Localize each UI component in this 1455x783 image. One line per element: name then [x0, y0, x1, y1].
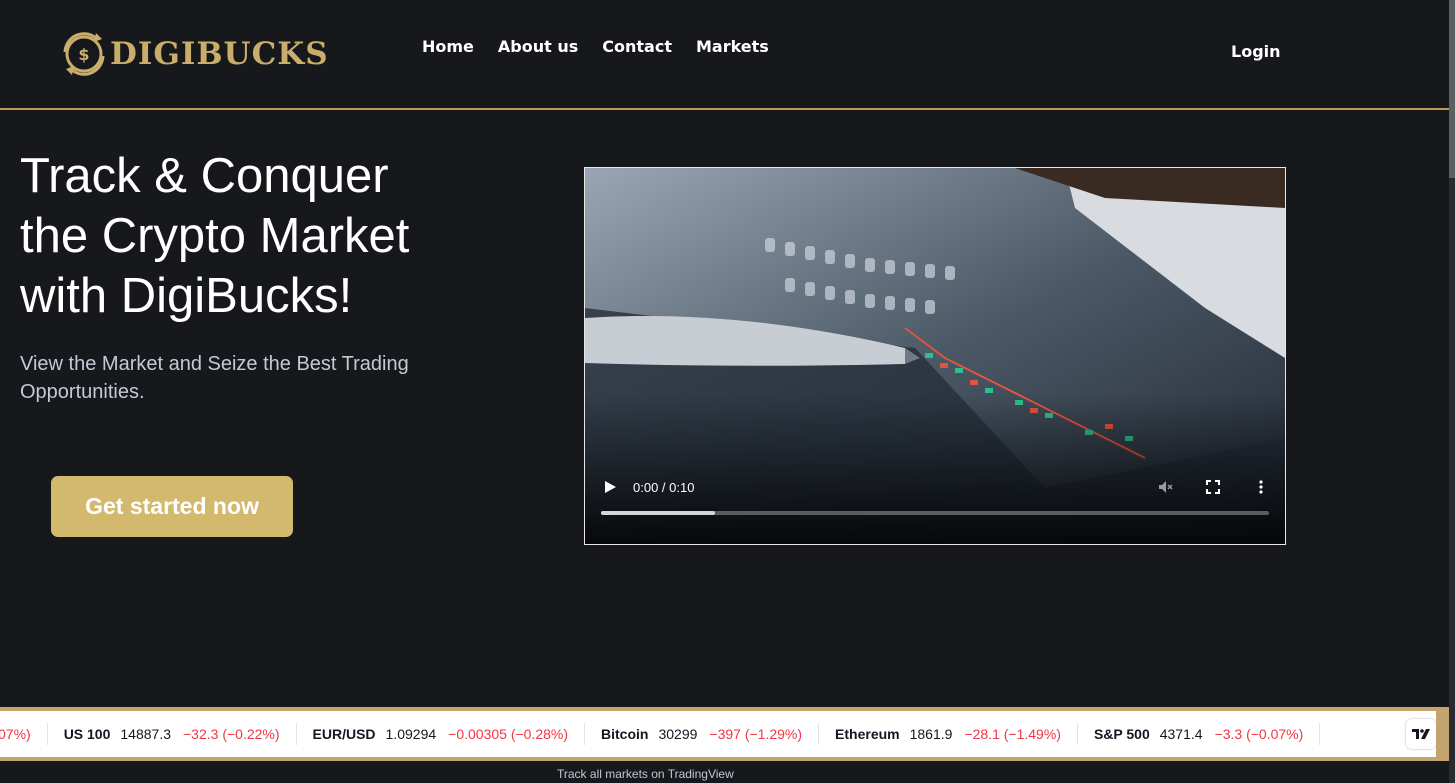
- video-time: 0:00 / 0:10: [633, 480, 695, 495]
- video-progress-bar[interactable]: [601, 511, 1269, 515]
- ticker-item-sp500[interactable]: S&P 500 4371.4 −3.3 (−0.07%): [1078, 723, 1321, 745]
- ticker-item-ethereum[interactable]: Ethereum 1861.9 −28.1 (−1.49%): [819, 723, 1078, 745]
- page-scrollbar[interactable]: [1449, 0, 1455, 783]
- ticker-symbol: Bitcoin: [601, 726, 649, 742]
- hero-subtitle: View the Market and Seize the Best Tradi…: [20, 353, 409, 403]
- nav-contact-link[interactable]: Contact: [602, 37, 672, 56]
- ticker-item-eurusd[interactable]: EUR/USD 1.09294 −0.00305 (−0.28%): [297, 723, 586, 745]
- ticker-change: −397 (−1.29%): [709, 726, 803, 742]
- site-header: $ DIGIBUCKS Home About us Contact Market…: [0, 0, 1449, 110]
- tradingview-link[interactable]: Track all markets on TradingView: [557, 767, 734, 781]
- ticker-change: −28.1 (−1.49%): [964, 726, 1061, 742]
- ticker-row: 07%) US 100 14887.3 −32.3 (−0.22%) EUR/U…: [0, 711, 1321, 757]
- video-progress-fill: [601, 511, 715, 515]
- ticker-symbol: Ethereum: [835, 726, 900, 742]
- ticker-symbol: US 100: [63, 726, 111, 742]
- svg-text:$: $: [78, 45, 89, 64]
- get-started-button[interactable]: Get started now: [51, 476, 293, 537]
- ticker-item-partial[interactable]: 07%): [0, 723, 48, 745]
- brand-logo[interactable]: $ DIGIBUCKS: [60, 28, 329, 80]
- nav-markets-link[interactable]: Markets: [696, 37, 769, 56]
- ticker-item-us100[interactable]: US 100 14887.3 −32.3 (−0.22%): [48, 723, 297, 745]
- market-ticker: 07%) US 100 14887.3 −32.3 (−0.22%) EUR/U…: [0, 707, 1449, 761]
- brand-name: DIGIBUCKS: [110, 36, 329, 72]
- ticker-price: 4371.4: [1159, 726, 1203, 742]
- nav-about-link[interactable]: About us: [498, 37, 578, 56]
- video-controls: 0:00 / 0:10: [585, 466, 1285, 536]
- ticker-change: −0.00305 (−0.28%): [448, 726, 569, 742]
- hero-title: Track & Conquer the Crypto Market with D…: [20, 146, 540, 326]
- ticker-price: 1.09294: [385, 726, 437, 742]
- nav-home-link[interactable]: Home: [422, 37, 474, 56]
- ticker-price: 1861.9: [909, 726, 953, 742]
- ticker-symbol: S&P 500: [1093, 726, 1150, 742]
- ticker-item-bitcoin[interactable]: Bitcoin 30299 −397 (−1.29%): [585, 723, 820, 745]
- ticker-price: 30299: [658, 726, 698, 742]
- hero-title-line: the Crypto Market: [20, 209, 410, 263]
- ticker-symbol: EUR/USD: [312, 726, 376, 742]
- main-nav: Home About us Contact Markets: [422, 37, 769, 56]
- ticker-tape[interactable]: 07%) US 100 14887.3 −32.3 (−0.22%) EUR/U…: [0, 711, 1440, 757]
- hero-title-line: with DigiBucks!: [20, 269, 353, 323]
- ticker-change: −32.3 (−0.22%): [183, 726, 280, 742]
- hero-title-line: Track & Conquer: [20, 149, 389, 203]
- tradingview-logo-icon[interactable]: [1406, 719, 1436, 749]
- scrollbar-thumb[interactable]: [1449, 0, 1455, 178]
- hero-video-player[interactable]: 0:00 / 0:10: [584, 167, 1286, 545]
- coin-logo-icon: $: [63, 32, 105, 76]
- volume-muted-icon[interactable]: [1157, 479, 1173, 495]
- login-link[interactable]: Login: [1231, 42, 1281, 61]
- play-icon[interactable]: [603, 480, 617, 494]
- fullscreen-icon[interactable]: [1205, 479, 1221, 495]
- ticker-change: 07%): [0, 726, 31, 742]
- more-options-icon[interactable]: [1257, 479, 1265, 495]
- ticker-price: 14887.3: [120, 726, 171, 742]
- ticker-change: −3.3 (−0.07%): [1214, 726, 1304, 742]
